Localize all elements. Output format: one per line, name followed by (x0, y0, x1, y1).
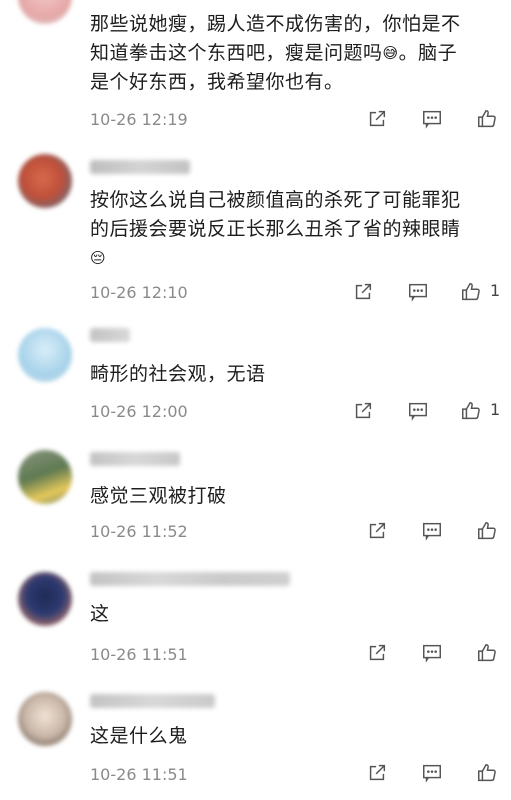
comment-actions: 1 (350, 398, 504, 424)
comment-actions (364, 106, 504, 132)
comment-icon (423, 110, 441, 129)
reply-button[interactable] (405, 398, 431, 424)
comment-text: 这是什么鬼 (90, 725, 188, 747)
comment-icon (409, 283, 427, 302)
comment-timestamp: 10-26 11:51 (90, 645, 188, 664)
like-button[interactable] (474, 640, 500, 666)
comment-item: 感觉三观被打破 10-26 11:52 (0, 440, 511, 550)
comment-timestamp: 10-26 12:10 (90, 283, 188, 302)
sweat-emoji-icon: 😅 (382, 44, 399, 62)
comment-timestamp: 10-26 12:19 (90, 110, 188, 129)
username[interactable] (90, 452, 180, 466)
thumbs-up-icon (462, 402, 480, 420)
comment-text: 按你这么说自己被颜值高的杀死了可能罪犯 的后援会要说反正长那么丑杀了省的辣眼睛 … (90, 186, 500, 273)
username[interactable] (90, 572, 290, 586)
comment-icon (423, 764, 441, 783)
comment-actions (364, 640, 504, 666)
avatar[interactable] (18, 572, 72, 626)
share-icon (369, 522, 386, 539)
comment-item: 畸形的社会观，无语 10-26 12:00 1 (0, 320, 511, 430)
comment-icon (409, 402, 427, 421)
thumbs-up-icon (478, 644, 496, 662)
comment-text: 这 (90, 603, 110, 625)
avatar[interactable] (18, 0, 72, 24)
thumbs-up-icon (462, 283, 480, 301)
comment-timestamp: 10-26 11:52 (90, 522, 188, 541)
thumbs-up-icon (478, 522, 496, 540)
comment-actions (364, 518, 504, 544)
like-button[interactable] (474, 760, 500, 786)
thumbs-up-icon (478, 764, 496, 782)
like-count: 1 (490, 281, 501, 300)
share-button[interactable] (350, 279, 376, 305)
avatar[interactable] (18, 154, 72, 208)
share-button[interactable] (364, 518, 390, 544)
reply-button[interactable] (405, 279, 431, 305)
like-count: 1 (490, 400, 501, 419)
comment-icon (423, 644, 441, 663)
share-button[interactable] (364, 760, 390, 786)
share-button[interactable] (364, 106, 390, 132)
reply-button[interactable] (419, 760, 445, 786)
comment-actions: 1 (350, 279, 504, 305)
username[interactable] (90, 328, 130, 342)
share-icon (369, 644, 386, 661)
avatar[interactable] (18, 328, 72, 382)
like-button[interactable] (458, 279, 484, 305)
share-button[interactable] (364, 640, 390, 666)
thumbs-up-icon (478, 110, 496, 128)
reply-button[interactable] (419, 640, 445, 666)
username[interactable] (90, 694, 215, 708)
comment-item: 这 10-26 11:51 (0, 560, 511, 675)
username[interactable] (90, 160, 190, 174)
comment-item: 按你这么说自己被颜值高的杀死了可能罪犯 的后援会要说反正长那么丑杀了省的辣眼睛 … (0, 150, 511, 310)
comment-text: 感觉三观被打破 (90, 485, 227, 507)
share-icon (369, 110, 386, 127)
comment-timestamp: 10-26 12:00 (90, 402, 188, 421)
comment-text: 那些说她瘦，踢人造不成伤害的，你怕是不 知道拳击这个东西吧，瘦是问题吗😅。脑子 … (90, 13, 461, 93)
share-icon (355, 402, 372, 419)
like-button[interactable] (474, 518, 500, 544)
share-icon (369, 764, 386, 781)
sad-emoji-icon: 😔 (90, 249, 107, 267)
comment-text: 畸形的社会观，无语 (90, 363, 266, 385)
avatar[interactable] (18, 692, 72, 746)
comment-item: 那些说她瘦，踢人造不成伤害的，你怕是不 知道拳击这个东西吧，瘦是问题吗😅。脑子 … (0, 0, 511, 140)
comment-item: 这是什么鬼 10-26 11:51 (0, 682, 511, 800)
comment-actions (364, 760, 504, 786)
like-button[interactable] (458, 398, 484, 424)
avatar[interactable] (18, 450, 72, 504)
reply-button[interactable] (419, 106, 445, 132)
share-button[interactable] (350, 398, 376, 424)
share-icon (355, 283, 372, 300)
comment-timestamp: 10-26 11:51 (90, 765, 188, 784)
like-button[interactable] (474, 106, 500, 132)
comment-icon (423, 522, 441, 541)
reply-button[interactable] (419, 518, 445, 544)
